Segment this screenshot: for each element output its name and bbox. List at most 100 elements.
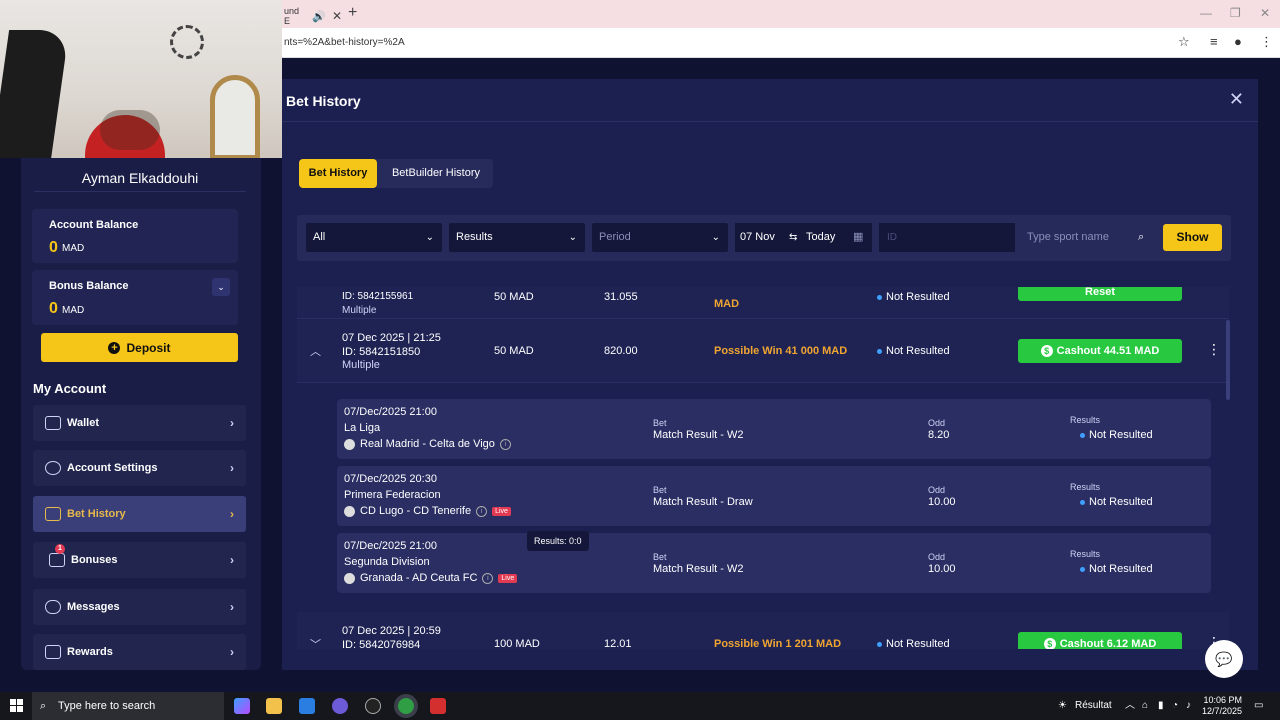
- cashout-label: Reset: [1085, 287, 1115, 298]
- more-options-icon[interactable]: ⋮: [1207, 341, 1221, 358]
- chevron-down-icon[interactable]: ⌄: [212, 278, 230, 296]
- bookmark-star-icon[interactable]: ☆: [1178, 34, 1190, 50]
- taskbar-search-input[interactable]: ⌕ Type here to search: [32, 692, 224, 720]
- sidebar-item-account-settings[interactable]: Account Settings ›: [33, 450, 246, 486]
- bet-row[interactable]: ID: 5842155961 Multiple 50 MAD 31.055 MA…: [297, 287, 1229, 319]
- live-badge: Live: [498, 573, 518, 583]
- selection-bet: Match Result - W2: [653, 429, 744, 441]
- calendar-icon[interactable]: ▦: [853, 223, 863, 252]
- network-icon[interactable]: ⌂: [1142, 692, 1148, 720]
- info-icon[interactable]: i: [482, 572, 494, 584]
- selection-result-text: Not Resulted: [1089, 429, 1153, 441]
- cashout-button[interactable]: Reset: [1018, 287, 1182, 301]
- status-dot: [1080, 499, 1085, 505]
- weather-icon[interactable]: ☀: [1058, 692, 1067, 720]
- soccer-ball-icon: [344, 438, 355, 450]
- modal-title: Bet History: [286, 93, 361, 109]
- date-to: Today: [806, 231, 836, 243]
- odd-label: Odd: [928, 418, 946, 428]
- media-control-icon[interactable]: ≡: [1210, 34, 1218, 49]
- search-icon[interactable]: ⌕: [1138, 223, 1144, 252]
- selection-league: Primera Federacion: [344, 489, 441, 501]
- cashout-button[interactable]: $ Cashout 44.51 MAD: [1018, 339, 1182, 363]
- bet-odd: 820.00: [604, 345, 638, 357]
- profile-icon[interactable]: ●: [1234, 34, 1242, 49]
- microphone-icon[interactable]: ▮: [1158, 692, 1164, 720]
- status-dot: [877, 641, 882, 647]
- plus-icon: +: [108, 341, 121, 354]
- url-text[interactable]: nts=%2A&bet-history=%2A: [284, 37, 405, 48]
- chat-icon[interactable]: 💬: [1205, 640, 1243, 678]
- date-range-field[interactable]: 07 Nov ⇆ Today ▦: [735, 223, 872, 252]
- store-icon[interactable]: [299, 698, 315, 714]
- tray-expand-icon[interactable]: ︿: [1125, 692, 1135, 720]
- results-label: Results: [1070, 549, 1101, 559]
- windows-start-icon[interactable]: [10, 699, 23, 712]
- tab-bet-history[interactable]: Bet History: [299, 159, 377, 188]
- wall-decoration: [170, 25, 204, 59]
- chevron-up-icon[interactable]: ︿: [310, 343, 321, 359]
- info-icon[interactable]: i: [499, 438, 511, 450]
- wifi-icon[interactable]: ◔: [1172, 692, 1178, 720]
- cashout-button[interactable]: $ Cashout 6.12 MAD: [1018, 632, 1182, 649]
- chrome-icon[interactable]: [398, 698, 414, 714]
- chevron-down-icon: ⌄: [711, 232, 720, 243]
- info-icon[interactable]: i: [476, 505, 488, 517]
- speaker-icon[interactable]: 🔊: [312, 10, 326, 23]
- sidebar-item-wallet[interactable]: Wallet ›: [33, 405, 246, 441]
- new-tab-icon[interactable]: +: [348, 4, 357, 22]
- selection-result: Not Resulted: [1080, 563, 1153, 575]
- id-input[interactable]: ID: [879, 223, 1015, 252]
- sidebar-item-rewards[interactable]: Rewards ›: [33, 634, 246, 670]
- bet-row[interactable]: ﹀ 07 Dec 2025 | 20:59 ID: 5842076984 100…: [297, 612, 1229, 649]
- show-button[interactable]: Show: [1163, 224, 1222, 251]
- possible-win: MAD: [714, 298, 740, 310]
- sidebar-item-messages[interactable]: Messages ›: [33, 589, 246, 625]
- notification-icon[interactable]: ▭: [1254, 692, 1263, 720]
- taskbar-search-placeholder: Type here to search: [58, 700, 156, 712]
- odd-label: Odd: [928, 552, 946, 562]
- taskbar-clock[interactable]: 10:06 PM 12/7/2025: [1196, 695, 1242, 717]
- close-tab-icon[interactable]: ✕: [332, 9, 342, 23]
- bet-status-text: Not Resulted: [886, 291, 950, 303]
- bonus-balance-value: 0: [49, 300, 58, 317]
- period-select-value: Period: [599, 231, 631, 243]
- selection-result-text: Not Resulted: [1089, 563, 1153, 575]
- sidebar-item-bonuses[interactable]: 1 Bonuses ›: [33, 542, 246, 578]
- window-close-icon[interactable]: ✕: [1260, 6, 1270, 20]
- browser-icon[interactable]: [365, 698, 381, 714]
- address-bar[interactable]: nts=%2A&bet-history=%2A ☆ ≡ ● ⋮: [282, 28, 1280, 58]
- bet-history-modal: Bet History ✕ Bet History BetBuilder His…: [282, 79, 1258, 670]
- results-select[interactable]: Results ⌄: [449, 223, 585, 252]
- wallet-icon: [45, 416, 61, 430]
- close-icon[interactable]: ✕: [1229, 89, 1244, 110]
- minimize-icon[interactable]: —: [1200, 6, 1212, 20]
- period-select[interactable]: Period ⌄: [592, 223, 728, 252]
- copilot-icon[interactable]: [234, 698, 250, 714]
- weather-label[interactable]: Résultat: [1075, 692, 1112, 720]
- recorder-icon[interactable]: [430, 698, 446, 714]
- volume-icon[interactable]: ♪: [1186, 692, 1191, 720]
- bet-row[interactable]: ︿ 07 Dec 2025 | 21:25 ID: 5842151850 Mul…: [297, 319, 1229, 383]
- bet-label: Bet: [653, 552, 667, 562]
- possible-win: Possible Win 1 201 MAD: [714, 638, 842, 649]
- restore-icon[interactable]: ❐: [1230, 6, 1241, 20]
- bet-status-text: Not Resulted: [886, 345, 950, 357]
- bet-odd: 31.055: [604, 291, 638, 303]
- bet-label: Bet: [653, 485, 667, 495]
- chevron-down-icon[interactable]: ﹀: [310, 636, 321, 649]
- deposit-label: Deposit: [126, 340, 171, 355]
- selection-result: Not Resulted: [1080, 429, 1153, 441]
- tab-betbuilder-history[interactable]: BetBuilder History: [381, 159, 491, 188]
- bonus-balance-currency: MAD: [62, 305, 85, 316]
- list-scrollbar[interactable]: [1226, 320, 1230, 400]
- browser-menu-icon[interactable]: ⋮: [1260, 34, 1273, 50]
- type-select[interactable]: All ⌄: [306, 223, 442, 252]
- sidebar-item-bet-history[interactable]: Bet History ›: [33, 496, 246, 532]
- sport-search-input[interactable]: Type sport name ⌕: [1022, 223, 1158, 252]
- deposit-button[interactable]: + Deposit: [41, 333, 238, 362]
- app-icon[interactable]: [332, 698, 348, 714]
- chair-shape: [0, 30, 70, 158]
- file-explorer-icon[interactable]: [266, 698, 282, 714]
- browser-tab[interactable]: und E 🔊 ✕: [282, 4, 342, 28]
